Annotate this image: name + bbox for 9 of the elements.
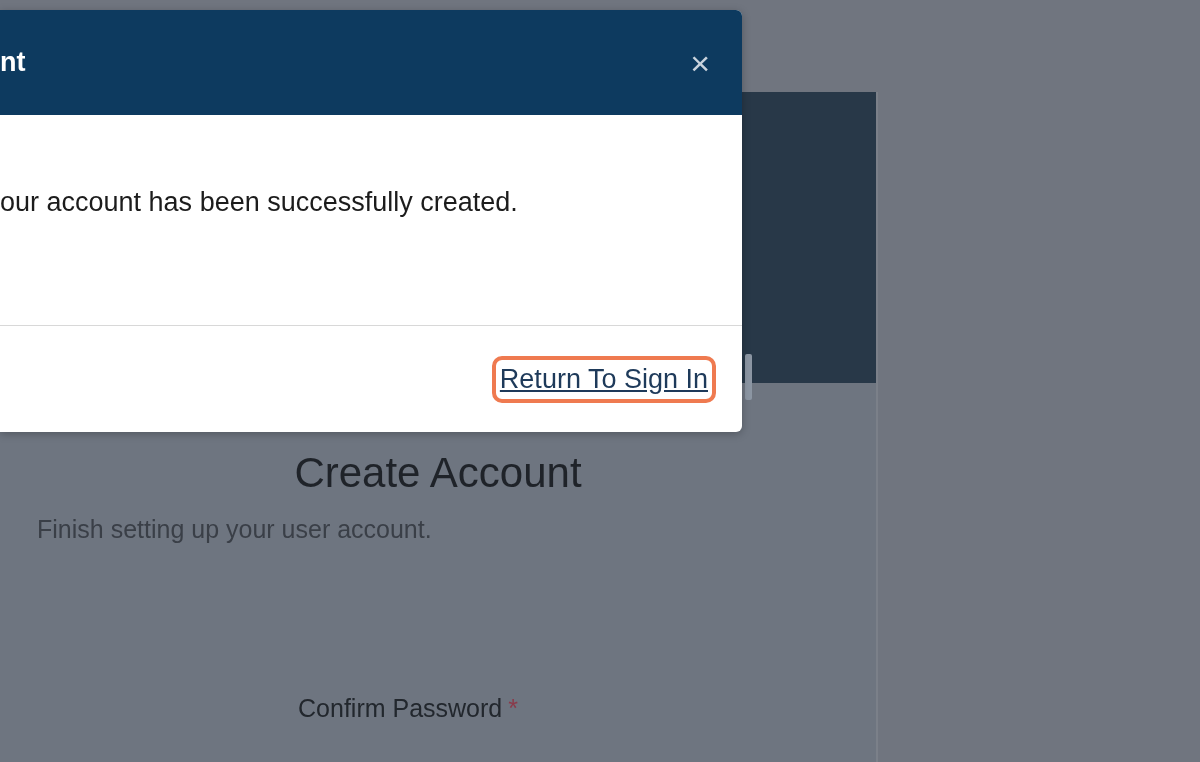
close-button[interactable]: × [686, 45, 714, 80]
success-message: our account has been successfully created. [0, 115, 742, 326]
page-subtitle: Finish setting up your user account. [37, 515, 432, 544]
return-to-sign-in-link[interactable]: Return To Sign In [491, 355, 716, 403]
page-heading: Create Account [293, 449, 583, 497]
required-mark: * [508, 694, 518, 722]
field-label: Confirm Password [298, 694, 503, 722]
dialog-title: nt [0, 47, 26, 78]
scroll-bar [745, 354, 752, 400]
